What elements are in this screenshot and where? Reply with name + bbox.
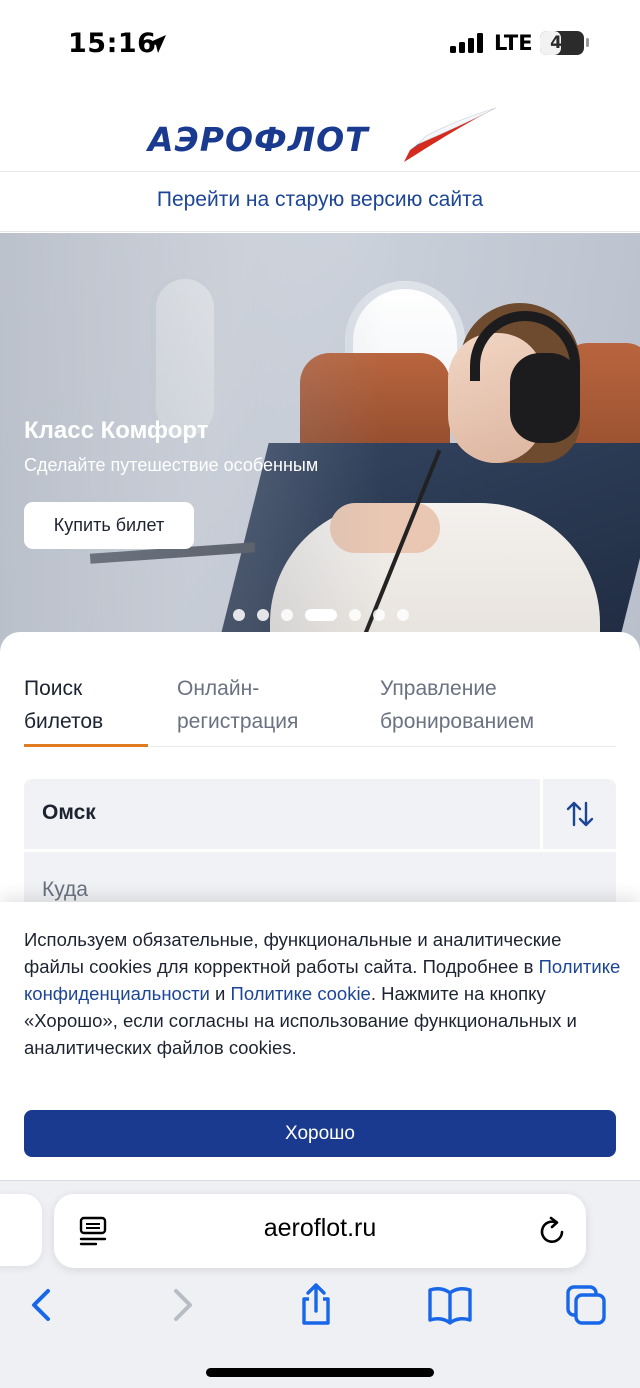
carousel-dot[interactable] [349,609,361,621]
location-arrow-icon [148,35,166,53]
hero-title: Класс Комфорт [24,417,209,444]
forward-icon[interactable] [158,1281,206,1329]
active-tab-indicator [24,744,148,747]
reload-icon[interactable] [536,1215,568,1247]
logo-wing-icon [404,107,497,162]
tab-label: билетов [24,710,104,733]
back-icon[interactable] [18,1281,66,1329]
origin-field[interactable]: Омск [24,779,540,849]
tab-label: регистрация [177,710,299,733]
tab-label: Управление [380,677,497,700]
cookie-accept-button[interactable]: Хорошо [24,1110,616,1157]
cookie-banner: Используем обязательные, функциональные … [0,902,640,1180]
buy-ticket-button[interactable]: Купить билет [24,502,194,549]
cookie-text-part: Используем обязательные, функциональные … [24,929,562,977]
address-bar[interactable]: aeroflot.ru [54,1194,586,1268]
tabs-icon[interactable] [562,1281,610,1329]
previous-tab-preview[interactable] [0,1194,42,1266]
browser-bottom-bar: aeroflot.ru [0,1180,640,1388]
origin-value: Омск [42,801,96,824]
bookmarks-icon[interactable] [426,1281,474,1329]
carousel-dot[interactable] [233,609,245,621]
carousel-dot[interactable] [397,609,409,621]
status-bar: 15:16 LTE 47 [0,0,640,88]
carousel-dot[interactable] [281,609,293,621]
old-version-bar: Перейти на старую версию сайта [0,172,640,232]
hero-banner: Класс Комфорт Сделайте путешествие особе… [0,233,640,653]
logo-text: АЭРОФЛОТ [148,120,369,159]
home-indicator [206,1368,434,1377]
carousel-dot[interactable] [373,609,385,621]
destination-placeholder: Куда [42,878,88,901]
tab-label: Онлайн- [177,677,260,700]
cookie-text: Используем обязательные, функциональные … [24,926,624,1061]
hero-subtitle: Сделайте путешествие особенным [24,455,319,475]
battery-tip [586,38,589,47]
address-text: aeroflot.ru [263,1214,377,1242]
battery-icon: 47 [540,31,584,55]
share-icon[interactable] [292,1281,340,1329]
tab-online-checkin[interactable]: Онлайн- регистрация [177,672,298,738]
cookie-text-part: и [209,983,231,1004]
swap-direction-button[interactable] [543,779,616,849]
swap-arrows-icon [566,801,594,827]
old-version-link[interactable]: Перейти на старую версию сайта [157,188,483,212]
booking-panel: Поиск билетов Онлайн- регистрация Управл… [0,632,640,922]
tab-manage-booking[interactable]: Управление бронированием [380,672,534,738]
aeroflot-logo[interactable]: АЭРОФЛОТ [148,106,498,166]
status-time: 15:16 [68,28,157,59]
site-header: АЭРОФЛОТ [0,88,640,172]
tab-label: бронированием [380,710,535,733]
network-type: LTE [494,31,533,55]
carousel-dot[interactable] [257,609,269,621]
tab-label: Поиск [24,677,83,700]
tab-ticket-search[interactable]: Поиск билетов [24,672,103,738]
battery-percent: 47 [550,33,574,53]
cellular-signal-icon [450,33,483,53]
carousel-dot-active[interactable] [305,609,337,621]
cookie-policy-link[interactable]: Политике cookie [231,983,371,1004]
